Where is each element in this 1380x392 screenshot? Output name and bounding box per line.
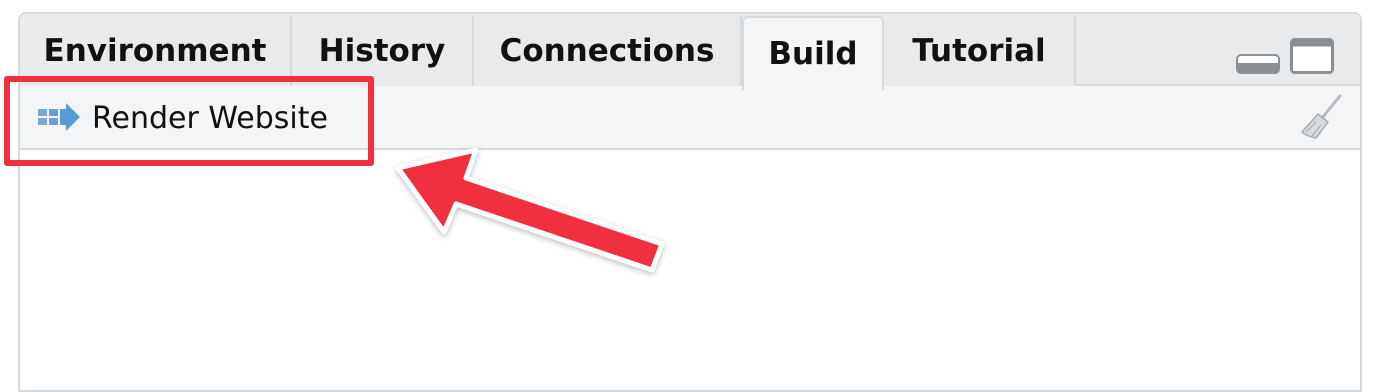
broom-icon[interactable]	[1296, 92, 1346, 142]
annotation-highlight-box	[4, 76, 374, 166]
build-output-area	[20, 150, 1360, 390]
tab-tutorial[interactable]: Tutorial	[884, 16, 1076, 86]
minimize-icon[interactable]	[1236, 54, 1280, 74]
build-pane: Environment History Connections Build Tu…	[18, 12, 1362, 392]
maximize-icon[interactable]	[1290, 38, 1334, 74]
annotation-arrow-icon	[395, 147, 665, 273]
tab-connections[interactable]: Connections	[474, 16, 742, 86]
tab-build[interactable]: Build	[742, 16, 884, 90]
